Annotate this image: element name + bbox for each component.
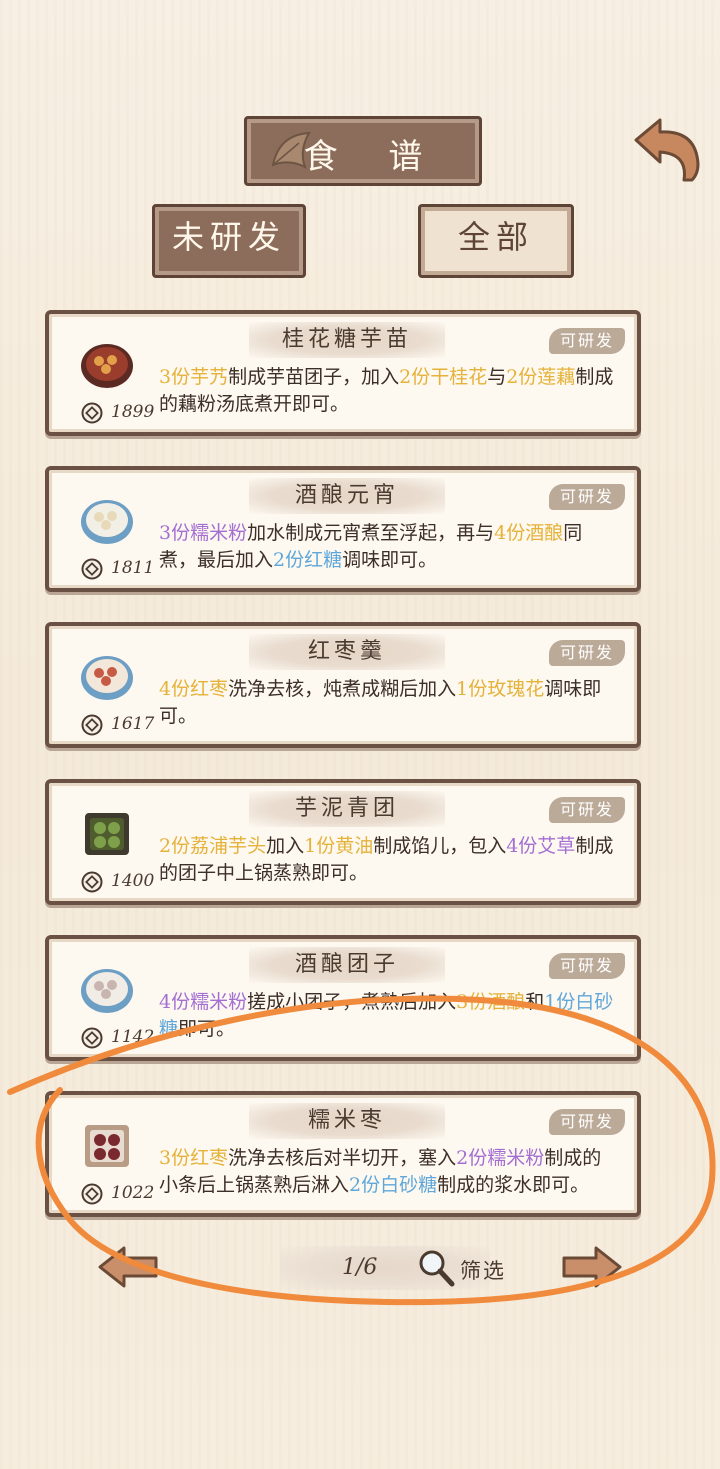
recipe-name: 芋泥青团: [249, 791, 445, 827]
description-text: 洗净去核，炖煮成糊后加入: [228, 678, 457, 700]
recipe-description: 3份糯米粉加水制成元宵煮至浮起，再与4份酒酿同煮，最后加入2份红糖调味即可。: [159, 520, 619, 574]
ingredient-text: 4份糯米粉: [159, 991, 248, 1013]
coin-icon: [81, 558, 103, 580]
next-page-arrow-icon[interactable]: [560, 1244, 624, 1290]
status-badge: 可研发: [549, 484, 625, 510]
recipe-description: 3份芋艿制成芋苗团子，加入2份干桂花与2份莲藕制成的藕粉汤底煮开即可。: [159, 364, 619, 418]
description-text: 制成馅儿，包入: [373, 835, 507, 857]
ingredient-text: 4份艾草: [506, 835, 576, 857]
recipe-card[interactable]: 红枣羹 可研发 1617 4份红枣洗净去核，炖煮成糊后加入1份玫瑰花调味即可。: [45, 622, 641, 748]
tab-undeveloped[interactable]: 未研发: [152, 204, 306, 278]
recipe-description: 2份荔浦芋头加入1份黄油制成馅儿，包入4份艾草制成的团子中上锅蒸熟即可。: [159, 833, 619, 887]
recipe-card[interactable]: 芋泥青团 可研发 1400 2份荔浦芋头加入1份黄油制成馅儿，包入4份艾草制成的团子中…: [45, 779, 641, 905]
description-text: 搓成小团子，煮熟后加入: [247, 991, 457, 1013]
ingredient-text: 2份糯米粉: [456, 1147, 545, 1169]
recipe-price: 1142: [111, 1027, 155, 1047]
ingredient-text: 1份黄油: [304, 835, 374, 857]
dish-icon: [81, 656, 133, 700]
tab-all[interactable]: 全部: [418, 204, 574, 278]
recipe-price: 1617: [111, 714, 155, 734]
description-text: 加入: [266, 835, 305, 857]
recipe-description: 4份红枣洗净去核，炖煮成糊后加入1份玫瑰花调味即可。: [159, 676, 619, 730]
dish-icon: [81, 344, 133, 388]
coin-icon: [81, 871, 103, 893]
ingredient-text: 3份酒酿: [456, 991, 526, 1013]
recipe-card[interactable]: 糯米枣 可研发 1022 3份红枣洗净去核后对半切开，塞入2份糯米粉制成的小条后上锅蒸…: [45, 1091, 641, 1217]
prev-page-arrow-icon[interactable]: [96, 1244, 160, 1290]
description-text: 制成的浆水即可。: [437, 1174, 590, 1196]
pagination-bar: [280, 1246, 490, 1290]
description-text: 加水制成元宵煮至浮起，再与: [247, 522, 495, 544]
status-badge: 可研发: [549, 1109, 625, 1135]
dish-icon: [81, 969, 133, 1013]
recipe-price: 1899: [111, 402, 155, 422]
status-badge: 可研发: [549, 640, 625, 666]
recipe-price: 1811: [111, 558, 155, 578]
ingredient-text: 2份莲藕: [506, 366, 576, 388]
description-text: 与: [487, 366, 507, 388]
description-text: 和: [525, 991, 545, 1013]
ingredient-text: 2份白砂糖: [349, 1174, 438, 1196]
status-badge: 可研发: [549, 953, 625, 979]
coin-icon: [81, 402, 103, 424]
recipe-card[interactable]: 酒酿元宵 可研发 1811 3份糯米粉加水制成元宵煮至浮起，再与4份酒酿同煮，最后加入…: [45, 466, 641, 592]
description-text: 制成芋苗团子，加入: [228, 366, 400, 388]
recipe-price: 1400: [111, 871, 155, 891]
ingredient-text: 3份糯米粉: [159, 522, 248, 544]
ingredient-text: 3份红枣: [159, 1147, 229, 1169]
coin-icon: [81, 1027, 103, 1049]
title-banner: 食 谱: [244, 116, 482, 186]
recipe-description: 4份糯米粉搓成小团子，煮熟后加入3份酒酿和1份白砂糖即可。: [159, 989, 619, 1043]
status-badge: 可研发: [549, 328, 625, 354]
ingredient-text: 2份荔浦芋头: [159, 835, 267, 857]
dish-icon: [85, 813, 129, 855]
recipe-card[interactable]: 酒酿团子 可研发 1142 4份糯米粉搓成小团子，煮熟后加入3份酒酿和1份白砂糖即可。: [45, 935, 641, 1061]
recipe-name: 酒酿团子: [249, 947, 445, 983]
recipe-description: 3份红枣洗净去核后对半切开，塞入2份糯米粉制成的小条后上锅蒸熟后淋入2份白砂糖制…: [159, 1145, 619, 1199]
page-indicator: 1/6: [342, 1255, 378, 1280]
coin-icon: [81, 714, 103, 736]
recipe-name: 糯米枣: [249, 1103, 445, 1139]
description-text: 即可。: [178, 1018, 236, 1040]
ingredient-text: 2份红糖: [273, 549, 343, 571]
filter-button[interactable]: 筛选: [460, 1255, 506, 1285]
page-title: 食 谱: [303, 137, 443, 177]
recipe-price: 1022: [111, 1183, 155, 1203]
ingredient-text: 2份干桂花: [399, 366, 488, 388]
recipe-name: 酒酿元宵: [249, 478, 445, 514]
coin-icon: [81, 1183, 103, 1205]
dish-icon: [85, 1125, 129, 1167]
recipe-name: 红枣羹: [249, 634, 445, 670]
ingredient-text: 4份红枣: [159, 678, 229, 700]
ingredient-text: 1份玫瑰花: [456, 678, 545, 700]
ingredient-text: 3份芋艿: [159, 366, 229, 388]
description-text: 洗净去核后对半切开，塞入: [228, 1147, 457, 1169]
dish-icon: [81, 500, 133, 544]
magnifier-icon[interactable]: [416, 1248, 456, 1288]
description-text: 调味即可。: [342, 549, 438, 571]
ingredient-text: 4份酒酿: [494, 522, 564, 544]
recipe-name: 桂花糖芋苗: [249, 322, 445, 358]
back-arrow-icon[interactable]: [630, 114, 704, 184]
status-badge: 可研发: [549, 797, 625, 823]
recipe-card[interactable]: 桂花糖芋苗 可研发 1899 3份芋艿制成芋苗团子，加入2份干桂花与2份莲藕制成的藕粉…: [45, 310, 641, 436]
